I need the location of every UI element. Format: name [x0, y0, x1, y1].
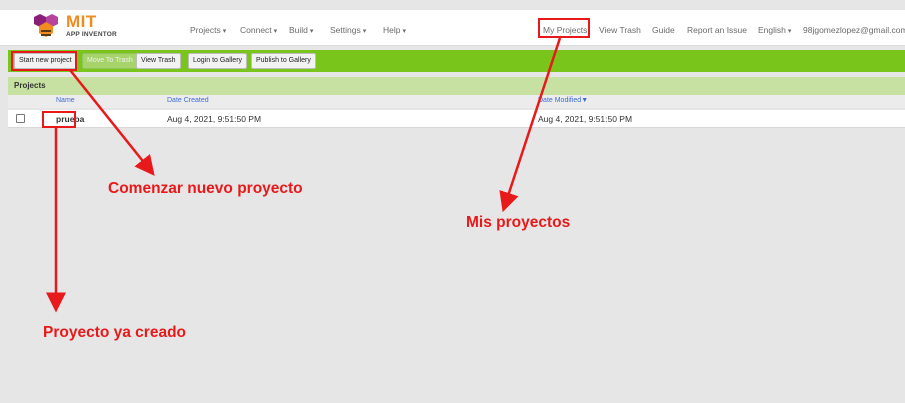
chevron-down-icon: ▾ [402, 28, 406, 35]
annotation-my-projects: Mis proyectos [466, 214, 571, 231]
app-inventor-logo[interactable]: MIT APP INVENTOR [30, 12, 140, 44]
column-header-date-modified-label: Date Modified [538, 97, 582, 104]
project-date-modified: Aug 4, 2021, 9:51:50 PM [538, 114, 633, 124]
menu-guide[interactable]: Guide [652, 25, 675, 35]
highlight-start-new-project [11, 51, 77, 71]
projects-section-header: Projects [8, 77, 905, 95]
menu-account-label: 98jgomezlopez@gmail.com [803, 25, 905, 35]
menu-report-issue[interactable]: Report an Issue [687, 25, 747, 35]
chevron-down-icon: ▾ [309, 28, 314, 35]
menu-help-label: Help [383, 25, 401, 35]
app-inventor-bee-icon [34, 14, 58, 37]
chevron-down-icon: ▾ [787, 28, 792, 35]
menu-projects-label: Projects [190, 25, 221, 35]
projects-title: Projects [14, 81, 46, 90]
project-date-created: Aug 4, 2021, 9:51:50 PM [167, 114, 262, 124]
menu-build[interactable]: Build ▾ [289, 25, 313, 35]
logo-title: MIT [66, 12, 97, 31]
chevron-down-icon: ▾ [273, 28, 278, 35]
menu-view-trash[interactable]: View Trash [599, 25, 641, 35]
menu-help[interactable]: Help ▾ [383, 25, 406, 35]
menu-connect-label: Connect [240, 25, 272, 35]
table-row[interactable]: prueba Aug 4, 2021, 9:51:50 PM Aug 4, 20… [8, 110, 905, 128]
menu-settings[interactable]: Settings ▾ [330, 25, 366, 35]
highlight-my-projects [538, 18, 590, 38]
column-header-date-created[interactable]: Date Created [167, 97, 209, 104]
menu-settings-label: Settings [330, 25, 361, 35]
chevron-down-icon: ▾ [362, 28, 367, 35]
menu-language[interactable]: English ▾ [758, 25, 791, 35]
highlight-project-prueba [42, 111, 76, 128]
login-to-gallery-button[interactable]: Login to Gallery [188, 53, 248, 69]
project-select-checkbox[interactable] [16, 114, 25, 123]
publish-to-gallery-button[interactable]: Publish to Gallery [251, 53, 316, 69]
chevron-down-icon: ▾ [222, 28, 227, 35]
menu-language-label: English [758, 25, 786, 35]
logo-subtitle: APP INVENTOR [66, 31, 117, 38]
column-header-date-modified[interactable]: Date Modified▼ [538, 97, 588, 104]
column-header-name[interactable]: Name [56, 97, 75, 104]
annotation-start-new-project: Comenzar nuevo proyecto [108, 180, 303, 197]
top-nav-bar: MIT APP INVENTOR Projects ▾ Connect ▾ Buil… [0, 10, 905, 46]
sort-descending-icon: ▼ [581, 97, 589, 104]
menu-build-label: Build [289, 25, 308, 35]
move-to-trash-button[interactable]: Move To Trash [82, 53, 138, 69]
projects-table-header: Name Date Created Date Modified▼ [8, 95, 905, 108]
annotation-existing-project: Proyecto ya creado [43, 324, 187, 341]
menu-projects[interactable]: Projects ▾ [190, 25, 226, 35]
view-trash-button[interactable]: View Trash [136, 53, 181, 69]
menu-account[interactable]: 98jgomezlopez@gmail.com▾ [803, 25, 905, 35]
menu-connect[interactable]: Connect ▾ [240, 25, 277, 35]
project-toolbar: Start new project Move To Trash View Tra… [8, 50, 905, 72]
